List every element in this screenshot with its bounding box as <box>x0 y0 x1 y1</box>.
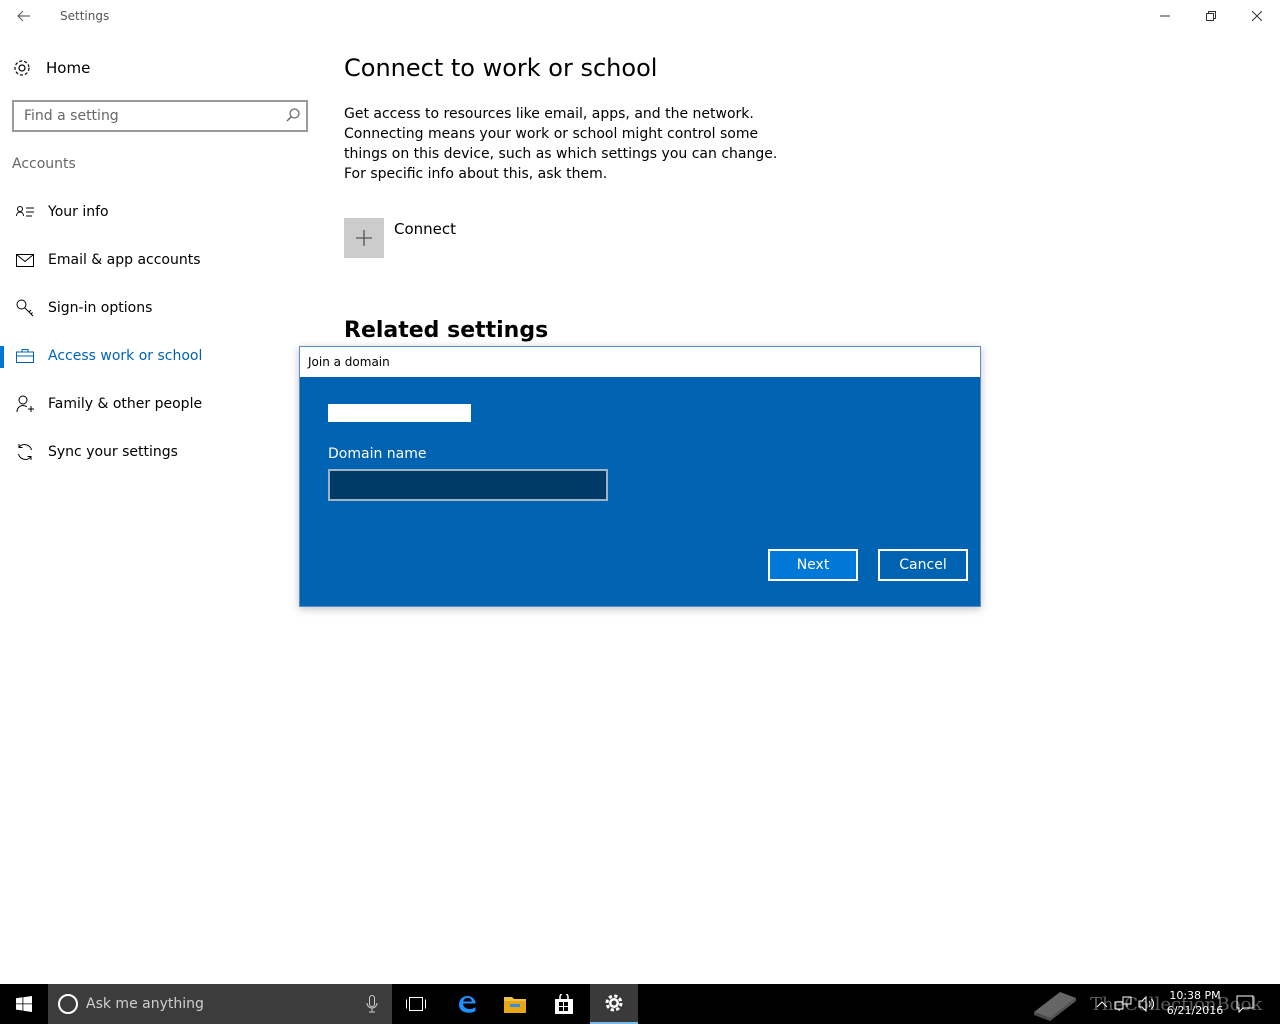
sidebar-item-email-app-accounts[interactable]: Email & app accounts <box>0 236 320 284</box>
title-bar: Settings <box>0 0 1280 32</box>
domain-name-input[interactable] <box>328 469 608 501</box>
sidebar-item-label: Sync your settings <box>48 444 178 460</box>
book-logo-icon <box>1034 992 1076 1021</box>
page-description: Get access to resources like email, apps… <box>344 106 778 182</box>
store-button[interactable] <box>540 984 588 1024</box>
settings-search-box[interactable] <box>12 100 308 132</box>
sidebar-item-your-info[interactable]: Your info <box>0 188 320 236</box>
contact-card-icon <box>15 202 35 222</box>
cancel-button[interactable]: Cancel <box>878 549 968 581</box>
domain-name-label: Domain name <box>328 446 427 462</box>
briefcase-icon <box>15 346 35 366</box>
network-icon[interactable] <box>1114 996 1132 1012</box>
connect-button[interactable]: Connect <box>344 218 456 258</box>
restore-button[interactable] <box>1188 0 1234 32</box>
connect-tile <box>344 218 384 258</box>
edge-icon <box>459 996 476 1013</box>
gear-icon <box>605 994 623 1012</box>
taskbar: Ask me anything TheCollectionBook 10:38 … <box>0 984 1280 1024</box>
file-explorer-button[interactable] <box>491 984 539 1024</box>
window-title: Settings <box>60 9 110 23</box>
cortana-search-placeholder: Ask me anything <box>86 996 204 1012</box>
action-center-icon[interactable] <box>1236 995 1254 1013</box>
key-icon <box>15 298 35 318</box>
clock-date: 6/21/2016 <box>1166 1004 1224 1017</box>
settings-search-input[interactable] <box>14 102 276 130</box>
taskbar-clock[interactable]: 10:38 PM 6/21/2016 <box>1160 988 1230 1018</box>
start-button[interactable] <box>0 984 48 1024</box>
sidebar-item-label: Your info <box>48 204 109 220</box>
edge-browser-button[interactable] <box>443 984 491 1024</box>
volume-icon[interactable] <box>1138 996 1156 1012</box>
restore-icon <box>1206 11 1216 21</box>
plus-icon <box>356 230 372 246</box>
microphone-icon[interactable] <box>366 995 378 1013</box>
sidebar-item-sign-in-options[interactable]: Sign-in options <box>0 284 320 332</box>
cortana-icon <box>58 994 78 1014</box>
home-link[interactable]: Home <box>12 56 90 80</box>
settings-taskbar-button[interactable] <box>590 984 638 1024</box>
windows-logo-icon <box>16 996 32 1012</box>
sidebar-item-label: Sign-in options <box>48 300 153 316</box>
folder-icon <box>504 997 526 1013</box>
search-icon <box>286 108 300 122</box>
task-view-button[interactable] <box>392 984 440 1024</box>
home-label: Home <box>46 59 91 77</box>
sidebar-item-label: Access work or school <box>48 348 203 364</box>
mail-icon <box>15 250 35 270</box>
section-label-accounts: Accounts <box>12 156 76 172</box>
minimize-icon <box>1160 15 1170 17</box>
connect-label: Connect <box>394 220 457 238</box>
person-add-icon <box>15 394 35 414</box>
sync-icon <box>15 442 35 462</box>
sidebar-item-access-work-or-school[interactable]: Access work or school <box>0 332 320 380</box>
sidebar-item-label: Family & other people <box>48 396 203 412</box>
page-title: Connect to work or school <box>344 54 658 82</box>
back-arrow-icon <box>17 10 30 22</box>
chevron-up-icon[interactable] <box>1096 1000 1108 1008</box>
clock-time: 10:38 PM <box>1169 989 1221 1002</box>
close-button[interactable] <box>1234 0 1280 32</box>
minimize-button[interactable] <box>1142 0 1188 32</box>
related-settings-title: Related settings <box>344 318 549 343</box>
system-tray <box>1096 984 1156 1024</box>
store-icon <box>555 994 573 1014</box>
dialog-title: Join a domain <box>308 355 390 369</box>
gear-icon <box>14 60 30 76</box>
close-icon <box>1252 11 1262 21</box>
back-button[interactable] <box>0 0 48 32</box>
next-button[interactable]: Next <box>768 549 858 581</box>
cortana-search-box[interactable]: Ask me anything <box>48 984 392 1024</box>
sidebar-item-family-other-people[interactable]: Family & other people <box>0 380 320 428</box>
dialog-title-bar: Join a domain <box>300 347 980 377</box>
sidebar-item-sync-your-settings[interactable]: Sync your settings <box>0 428 320 476</box>
task-view-icon <box>406 997 426 1011</box>
sidebar-item-label: Email & app accounts <box>48 252 201 268</box>
dialog-header-placeholder <box>328 404 471 422</box>
accounts-nav: Your info Email & app accounts Sign-in o… <box>0 188 320 476</box>
join-domain-dialog: Join a domain Domain name Next Cancel <box>299 346 981 607</box>
